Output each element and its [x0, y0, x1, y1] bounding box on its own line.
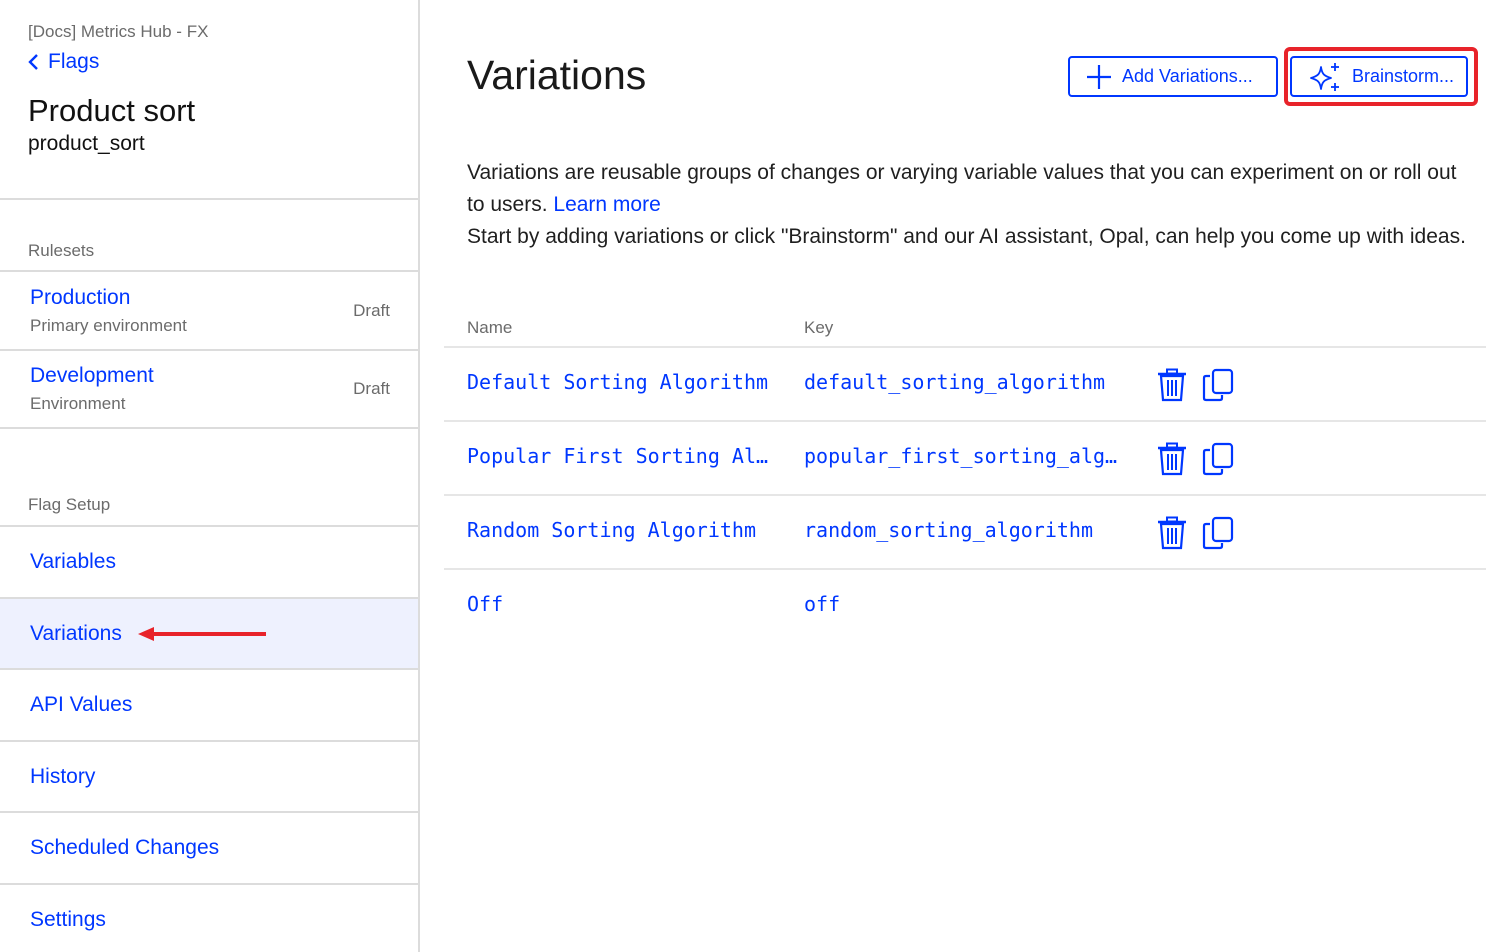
sidebar: [Docs] Metrics Hub - FX Flags Product so…	[0, 0, 420, 952]
divider	[0, 427, 418, 429]
back-link-label: Flags	[48, 50, 100, 73]
ruleset-development[interactable]: Development Environment Draft	[0, 350, 418, 428]
main-content: Variations Add Variations... Brainstorm.…	[420, 0, 1486, 952]
variation-key: random_sorting_algorithm	[804, 518, 1093, 542]
annotation-arrow	[138, 627, 266, 641]
trash-icon[interactable]	[1156, 368, 1188, 402]
variation-key: popular_first_sorting_algorithm	[804, 444, 1122, 468]
sidebar-item-api-values[interactable]: API Values	[0, 670, 418, 740]
flag-key: product_sort	[28, 132, 145, 155]
sidebar-item-settings[interactable]: Settings	[0, 885, 418, 952]
flag-title: Product sort	[28, 93, 196, 128]
trash-icon[interactable]	[1156, 516, 1188, 550]
learn-more-link[interactable]: Learn more	[553, 193, 660, 216]
page-title: Variations	[467, 52, 647, 98]
table-row: Random Sorting Algorithm random_sorting_…	[420, 496, 1486, 570]
brainstorm-button[interactable]: Brainstorm...	[1290, 56, 1468, 97]
sidebar-item-history[interactable]: History	[0, 742, 418, 812]
rulesets-heading: Rulesets	[28, 241, 95, 260]
variation-name[interactable]: Random Sorting Algorithm	[467, 518, 773, 542]
table-row: Default Sorting Algorithm default_sortin…	[420, 348, 1486, 422]
table-row: Off off	[420, 570, 1486, 644]
chevron-left-icon	[28, 54, 38, 70]
column-header-name: Name	[467, 318, 513, 337]
variation-name[interactable]: Off	[467, 592, 773, 616]
copy-icon[interactable]	[1202, 516, 1234, 550]
column-header-key: Key	[804, 318, 834, 337]
ruleset-status: Draft	[353, 379, 390, 398]
ruleset-name: Production	[30, 286, 131, 309]
variation-name[interactable]: Popular First Sorting Algorithm	[467, 444, 773, 468]
copy-icon[interactable]	[1202, 442, 1234, 476]
sidebar-item-scheduled-changes[interactable]: Scheduled Changes	[0, 813, 418, 883]
sparkle-icon	[1310, 62, 1339, 91]
copy-icon[interactable]	[1202, 368, 1234, 402]
add-variations-button[interactable]: Add Variations...	[1068, 56, 1278, 97]
ruleset-name: Development	[30, 364, 154, 387]
variation-name[interactable]: Default Sorting Algorithm	[467, 370, 773, 394]
add-variations-label: Add Variations...	[1122, 66, 1253, 86]
ruleset-subtitle: Primary environment	[30, 316, 187, 335]
ruleset-status: Draft	[353, 301, 390, 320]
description-text-2: Start by adding variations or click "Bra…	[467, 225, 1466, 248]
description: Variations are reusable groups of change…	[467, 157, 1477, 253]
project-name: [Docs] Metrics Hub - FX	[28, 22, 209, 41]
trash-icon[interactable]	[1156, 442, 1188, 476]
sidebar-item-variables[interactable]: Variables	[0, 527, 418, 597]
plus-icon	[1087, 64, 1111, 89]
table-row: Popular First Sorting Algorithm popular_…	[420, 422, 1486, 496]
divider	[0, 198, 418, 200]
brainstorm-label: Brainstorm...	[1352, 66, 1455, 86]
back-to-flags-link[interactable]: Flags	[28, 50, 99, 74]
ruleset-subtitle: Environment	[30, 394, 126, 413]
flag-setup-heading: Flag Setup	[28, 495, 111, 514]
variation-key: default_sorting_algorithm	[804, 370, 1106, 394]
ruleset-production[interactable]: Production Primary environment Draft	[0, 272, 418, 350]
variation-key: off	[804, 592, 841, 616]
